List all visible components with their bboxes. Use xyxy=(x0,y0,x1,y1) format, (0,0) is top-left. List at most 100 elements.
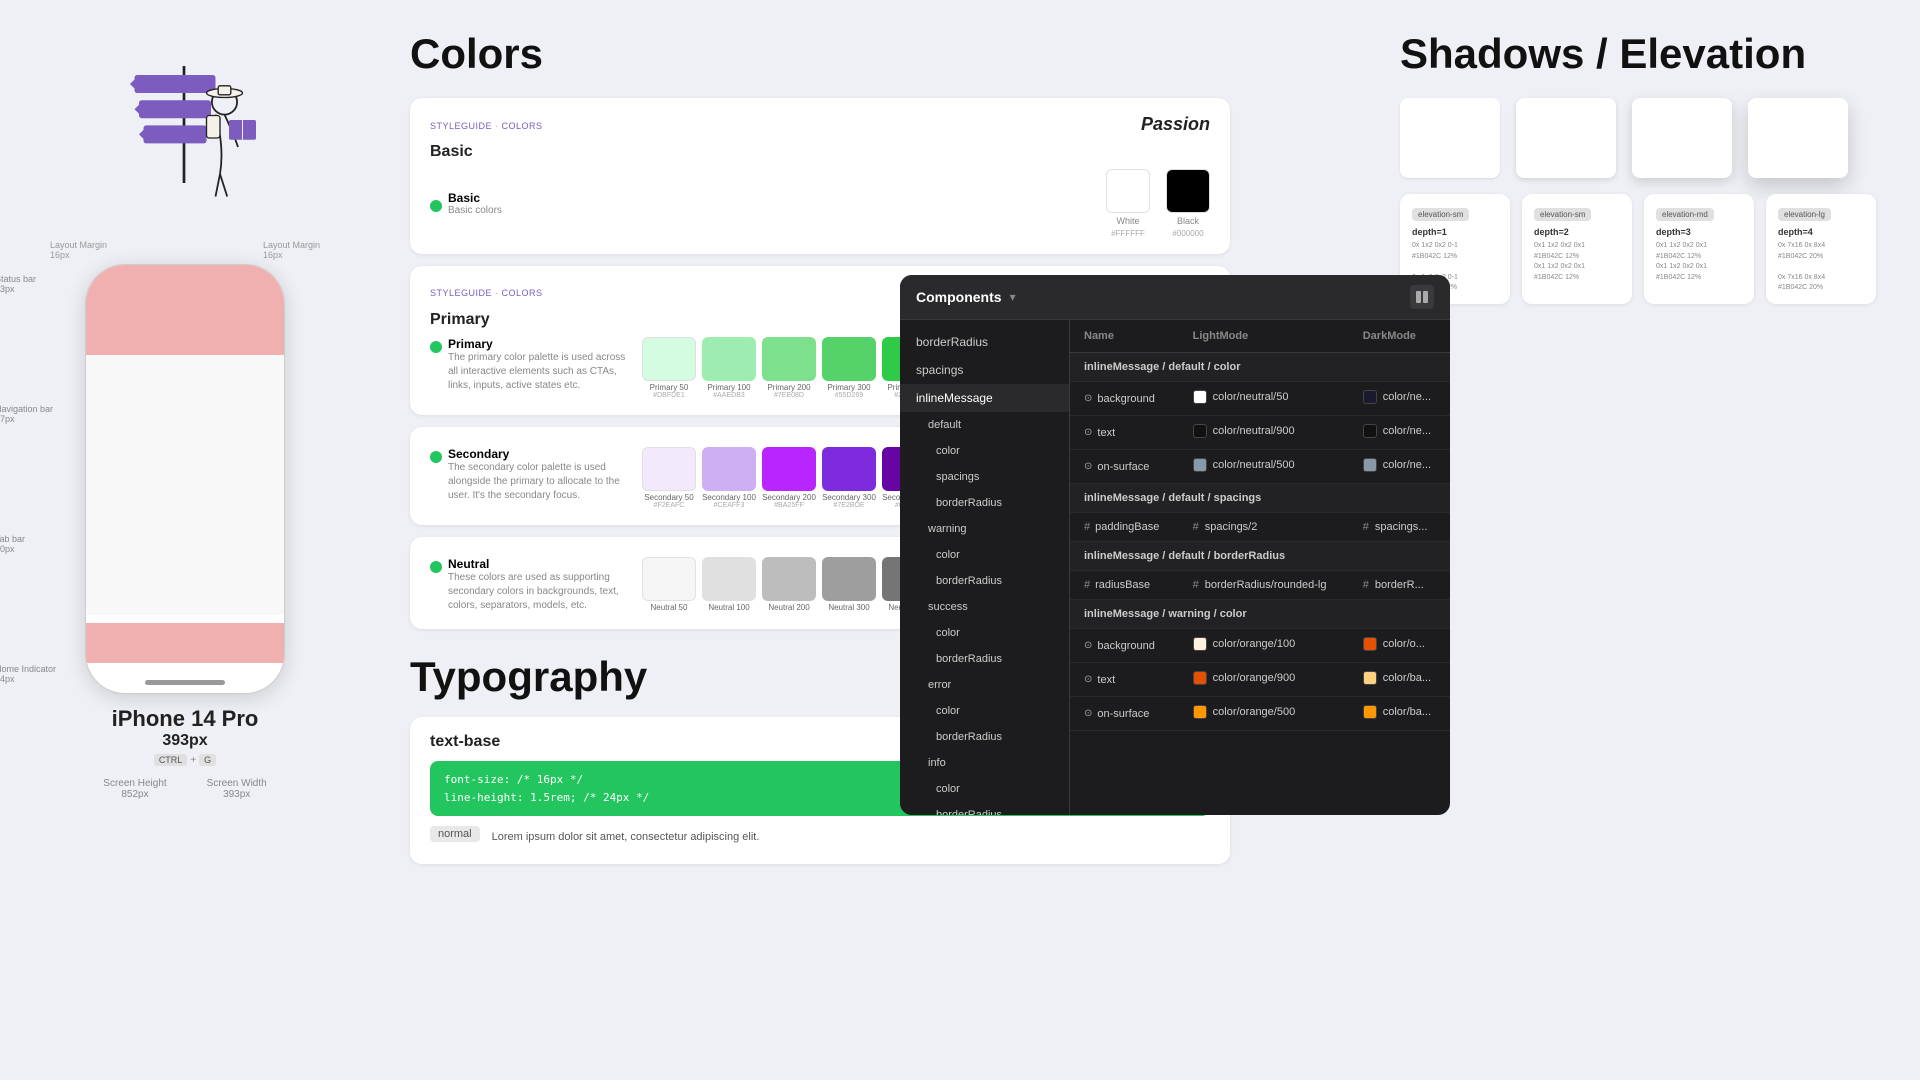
secondary-green-dot xyxy=(430,451,442,463)
panel-icon-button[interactable] xyxy=(1410,285,1434,309)
sidebar-item-spacings-nested[interactable]: spacings xyxy=(900,464,1069,490)
shadow-info-grid: elevation-sm depth=1 0x 1x2 0x2 0-1#1B04… xyxy=(1400,194,1890,304)
secondary-swatch-200: Secondary 200 #BA25FF xyxy=(762,447,816,509)
table-row-background: ⊙ background color/neutral/50 xyxy=(1070,382,1450,416)
secondary-swatch-300: Secondary 300 #7E2BOE xyxy=(822,447,876,509)
row-light-text: color/neutral/900 xyxy=(1179,416,1349,450)
white-color-box xyxy=(1106,169,1150,213)
phone-side-labels: Status bar 53px Navigation bar 97px Tab … xyxy=(0,264,56,694)
panel-main-table: Name LightMode DarkMode inlineMessage / … xyxy=(1070,320,1450,815)
primary-swatch-200: Primary 200 #7EE08D xyxy=(762,337,816,399)
primary-swatch-300: Primary 300 #55D269 xyxy=(822,337,876,399)
phone-nav-bar xyxy=(86,305,284,355)
section-label-default-color: inlineMessage / default / color xyxy=(1070,353,1450,382)
row-light-warning-text: color/orange/900 xyxy=(1179,663,1349,697)
home-indicator-label: Home Indicator 34px xyxy=(0,664,56,684)
row-light-on-surface: color/neutral/500 xyxy=(1179,450,1349,484)
sidebar-item-success-border-radius[interactable]: borderRadius xyxy=(900,646,1069,672)
left-panel: Layout Margin 16px Layout Margin 16px St… xyxy=(0,0,370,1080)
typography-preview: normal Lorem ipsum dolor sit amet, conse… xyxy=(430,826,1210,848)
logo-area xyxy=(85,30,285,230)
row-dark-radius-base: # borderR... xyxy=(1349,571,1450,600)
neutral-green-dot xyxy=(430,561,442,573)
panel-title: Components xyxy=(916,289,1002,305)
sidebar-item-error[interactable]: error xyxy=(900,672,1069,698)
black-color-box xyxy=(1166,169,1210,213)
col-lightmode-header: LightMode xyxy=(1179,320,1349,353)
keyboard-shortcut: CTRL + G xyxy=(154,754,216,766)
sidebar-item-error-border-radius[interactable]: borderRadius xyxy=(900,724,1069,750)
table-row-on-surface: ⊙ on-surface color/neutral/500 xyxy=(1070,450,1450,484)
row-dark-background: color/ne... xyxy=(1349,382,1450,416)
table-row-radius-base: # radiusBase # borderRadius/rounded-lg xyxy=(1070,571,1450,600)
sidebar-item-color[interactable]: color xyxy=(900,438,1069,464)
colors-section-title: Colors xyxy=(410,30,1230,78)
shadow-card-depth4 xyxy=(1748,98,1848,178)
sidebar-item-inline-message[interactable]: inlineMessage xyxy=(900,384,1069,412)
basic-card-title: Basic xyxy=(430,143,1210,161)
row-name-padding-base: # paddingBase xyxy=(1070,513,1179,542)
section-label-default-spacings: inlineMessage / default / spacings xyxy=(1070,484,1450,513)
row-name-warning-on-surface: ⊙ on-surface xyxy=(1070,697,1179,731)
shadow-info-card-2: elevation-sm depth=2 0x1 1x2 0x2 0x1#1B0… xyxy=(1522,194,1632,304)
components-table: Name LightMode DarkMode inlineMessage / … xyxy=(1070,320,1450,731)
sidebar-item-info-border-radius[interactable]: borderRadius xyxy=(900,802,1069,815)
white-swatch: White #FFFFFF xyxy=(1106,169,1150,238)
sidebar-item-spacings[interactable]: spacings xyxy=(900,356,1069,384)
row-light-radius-base: # borderRadius/rounded-lg xyxy=(1179,571,1349,600)
basic-green-dot xyxy=(430,200,442,212)
sidebar-item-info-color[interactable]: color xyxy=(900,776,1069,802)
shadow-card-depth3 xyxy=(1632,98,1732,178)
row-name-warning-text: ⊙ text xyxy=(1070,663,1179,697)
sidebar-item-error-color[interactable]: color xyxy=(900,698,1069,724)
sidebar-item-info[interactable]: info xyxy=(900,750,1069,776)
phone-home-indicator xyxy=(145,680,225,685)
sidebar-item-border-radius-nested[interactable]: borderRadius xyxy=(900,490,1069,516)
layout-margin-right-label: Layout Margin 16px xyxy=(263,240,320,260)
primary-swatch-100: Primary 100 #AAEDB3 xyxy=(702,337,756,399)
neutral-swatch-50: Neutral 50 xyxy=(642,557,696,613)
shadows-section-title: Shadows / Elevation xyxy=(1400,30,1890,78)
panel-body: borderRadius spacings inlineMessage defa… xyxy=(900,320,1450,815)
lorem-text: Lorem ipsum dolor sit amet, consectetur … xyxy=(492,831,760,843)
black-swatch: Black #000000 xyxy=(1166,169,1210,238)
layout-margin-left-label: Layout Margin 16px xyxy=(50,240,107,260)
components-panel: Components ▾ borderRadius spacings inlin… xyxy=(900,275,1450,815)
phone-content-area xyxy=(86,355,284,615)
shadow-card-depth2 xyxy=(1516,98,1616,178)
phone-model-name: iPhone 14 Pro xyxy=(112,706,259,732)
sidebar-item-default[interactable]: default xyxy=(900,412,1069,438)
table-row-text: ⊙ text color/neutral/900 xyxy=(1070,416,1450,450)
sidebar-item-warning-border-radius[interactable]: borderRadius xyxy=(900,568,1069,594)
phone-status-bar xyxy=(86,265,284,305)
table-row-warning-background: ⊙ background color/orange/100 xyxy=(1070,629,1450,663)
phone-tab-bar xyxy=(86,623,284,663)
shadows-demo-grid xyxy=(1400,98,1890,178)
phone-frame-wrapper: Status bar 53px Navigation bar 97px Tab … xyxy=(80,264,290,694)
status-bar-label: Status bar 53px xyxy=(0,274,56,294)
panel-chevron-icon: ▾ xyxy=(1010,290,1016,304)
sidebar-item-success[interactable]: success xyxy=(900,594,1069,620)
section-label-default-border-radius: inlineMessage / default / borderRadius xyxy=(1070,542,1450,571)
secondary-desc-area: Secondary The secondary color palette is… xyxy=(430,447,630,509)
primary-styleguide-tag: STYLEGUIDE · COLORS xyxy=(430,288,543,298)
phone-width: 393px xyxy=(162,732,207,750)
row-dark-warning-on-surface: color/ba... xyxy=(1349,697,1450,731)
sidebar-item-success-color[interactable]: color xyxy=(900,620,1069,646)
row-name-warning-background: ⊙ background xyxy=(1070,629,1179,663)
row-light-padding-base: # spacings/2 xyxy=(1179,513,1349,542)
sidebar-item-border-radius[interactable]: borderRadius xyxy=(900,328,1069,356)
row-dark-warning-text: color/ba... xyxy=(1349,663,1450,697)
brand-logo xyxy=(85,30,265,210)
sidebar-item-warning[interactable]: warning xyxy=(900,516,1069,542)
sidebar-item-warning-color[interactable]: color xyxy=(900,542,1069,568)
neutral-swatch-200: Neutral 200 xyxy=(762,557,816,613)
phone-outer-frame xyxy=(85,264,285,694)
basic-label-text: Basic Basic colors xyxy=(448,191,502,216)
section-label-warning-color: inlineMessage / warning / color xyxy=(1070,600,1450,629)
row-light-background: color/neutral/50 xyxy=(1179,382,1349,416)
normal-badge: normal xyxy=(430,826,480,842)
screen-height-info: Screen Height 852px xyxy=(103,778,166,800)
row-name-background: ⊙ background xyxy=(1070,382,1179,416)
col-darkmode-header: DarkMode xyxy=(1349,320,1450,353)
